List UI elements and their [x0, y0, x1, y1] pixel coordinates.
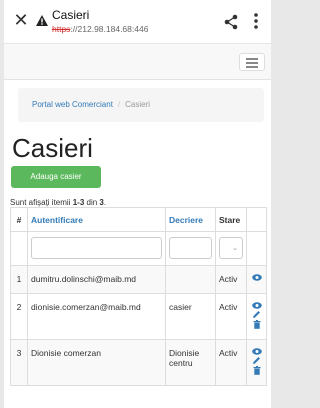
row-number: 2 [10, 293, 28, 340]
filter-cell-number [10, 231, 28, 266]
browser-url[interactable]: https://212.98.184.68:446 [52, 24, 148, 34]
authentication-filter-input[interactable] [31, 237, 162, 259]
sort-link-description[interactable]: Decriere [169, 215, 203, 225]
row-actions [246, 339, 267, 386]
table-row: 3 Dionisie comerzan Dionisie centru Acti… [10, 339, 267, 386]
state-filter-select[interactable]: ⌄ [219, 237, 243, 259]
row-description: Dionisie centru [165, 339, 216, 386]
summary-mid: din [84, 198, 100, 207]
share-icon[interactable] [224, 14, 238, 30]
delete-trash-icon[interactable] [253, 320, 261, 329]
row-authentication: dionisie.comerzan@maib.md [27, 293, 166, 340]
edit-pencil-icon[interactable] [252, 356, 261, 365]
row-state: Activ [215, 339, 247, 386]
row-authentication: Dionisie comerzan [27, 339, 166, 386]
table-row: 1 dumitru.dolinschi@maib.md Activ [10, 265, 267, 294]
column-header-authentication[interactable]: Autentificare [27, 207, 166, 232]
breadcrumb-home-link[interactable]: Portal web Comerciant [32, 100, 113, 109]
sort-link-authentication[interactable]: Autentificare [31, 215, 83, 225]
page-title: Casieri [12, 133, 93, 163]
add-cashier-button[interactable]: Adauga casier [11, 166, 101, 188]
summary-range: 1-3 [72, 198, 85, 207]
browser-page-title: Casieri [52, 8, 90, 22]
breadcrumb-current: Casieri [125, 100, 151, 109]
row-description [165, 265, 216, 294]
table-header-row: # Autentificare Decriere Stare [10, 207, 267, 232]
row-actions [246, 293, 267, 340]
column-header-description[interactable]: Decriere [165, 207, 216, 232]
chevron-down-icon: ⌄ [232, 245, 238, 252]
view-eye-icon[interactable] [251, 274, 262, 281]
filter-cell-description [165, 231, 216, 266]
column-header-actions [246, 207, 267, 232]
row-actions [246, 265, 267, 294]
filter-cell-authentication [27, 231, 166, 266]
browser-toolbar: ✕ Casieri https://212.98.184.68:446 [4, 0, 271, 44]
url-scheme: https [52, 24, 71, 34]
column-header-state: Stare [215, 207, 247, 232]
breadcrumb-separator: / [117, 100, 121, 109]
filter-cell-state: ⌄ [215, 231, 247, 266]
summary-end: . [103, 198, 107, 207]
browser-frame: ✕ Casieri https://212.98.184.68:446 Port… [4, 0, 271, 408]
app-navbar [4, 44, 271, 80]
row-description: casier [165, 293, 216, 340]
cashiers-table: # Autentificare Decriere Stare ⌄ 1 dumit… [10, 207, 267, 386]
column-header-number: # [10, 207, 28, 232]
table-row: 2 dionisie.comerzan@maib.md casier Activ [10, 293, 267, 340]
row-state: Activ [215, 265, 247, 294]
view-eye-icon[interactable] [251, 348, 262, 355]
row-number: 3 [10, 339, 28, 386]
delete-trash-icon[interactable] [253, 366, 261, 375]
edit-pencil-icon[interactable] [252, 310, 261, 319]
view-eye-icon[interactable] [251, 302, 262, 309]
hamburger-icon[interactable] [239, 53, 265, 71]
url-host: ://212.98.184.68:446 [70, 24, 149, 34]
filter-row: ⌄ [10, 231, 267, 266]
kebab-menu-icon[interactable] [253, 12, 259, 30]
summary-prefix: Sunt afișați itemii [10, 198, 73, 207]
filter-cell-actions [246, 231, 267, 266]
warning-icon [36, 15, 48, 26]
results-summary: Sunt afișați itemii 1-3 din 3. [10, 198, 106, 207]
row-state: Activ [215, 293, 247, 340]
description-filter-input[interactable] [169, 237, 212, 259]
breadcrumb: Portal web Comerciant / Casieri [18, 88, 264, 122]
row-number: 1 [10, 265, 28, 294]
close-icon[interactable]: ✕ [13, 11, 29, 29]
row-authentication: dumitru.dolinschi@maib.md [27, 265, 166, 294]
